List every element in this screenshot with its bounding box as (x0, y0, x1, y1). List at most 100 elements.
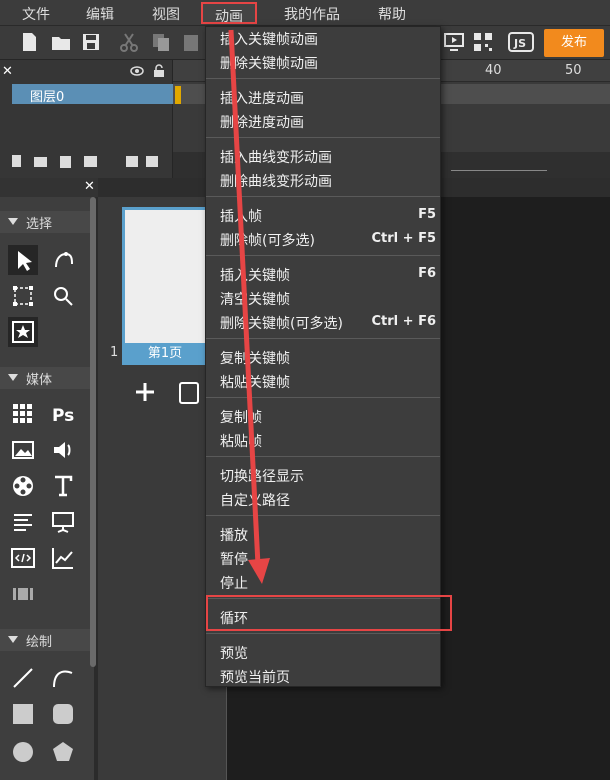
menu-item-delete-frame[interactable]: 删除帧(可多选) (220, 230, 315, 250)
rectangle-icon (13, 704, 33, 724)
playhead-marker[interactable] (175, 86, 181, 104)
menu-view[interactable]: 视图 (152, 4, 180, 24)
page-thumbnail[interactable] (122, 207, 208, 365)
curve-icon (53, 670, 73, 688)
curve-tool[interactable] (48, 663, 78, 693)
layer-row[interactable]: 图层0 (12, 84, 173, 105)
paste-icon[interactable] (180, 31, 202, 53)
close-icon[interactable]: ✕ (84, 179, 95, 194)
menu-item-preview[interactable]: 预览 (220, 643, 248, 663)
page-label: 第1页 (122, 343, 208, 365)
tools-scrollbar[interactable] (90, 197, 96, 667)
presentation-icon (52, 512, 74, 533)
polygon-tool[interactable] (48, 737, 78, 767)
code-icon (11, 548, 35, 568)
menu-item-copy-keyframe[interactable]: 复制关键帧 (220, 348, 290, 368)
copy-icon[interactable] (150, 31, 172, 53)
save-icon[interactable] (80, 31, 102, 53)
menu-item-delete-curve-animation[interactable]: 删除曲线变形动画 (220, 171, 332, 191)
cut-icon[interactable] (118, 31, 140, 53)
menu-file[interactable]: 文件 (22, 4, 50, 24)
menu-item-pause[interactable]: 暂停 (220, 549, 248, 569)
zoom-tool[interactable] (48, 281, 78, 311)
node-tool[interactable] (48, 245, 78, 275)
menu-separator (206, 515, 440, 516)
menu-separator (206, 338, 440, 339)
menu-item-delete-keyframe[interactable]: 删除关键帧(可多选) (220, 313, 343, 333)
menu-edit[interactable]: 编辑 (86, 4, 114, 24)
scroll-tool[interactable] (8, 579, 38, 609)
presentation-tool[interactable] (48, 507, 78, 537)
menu-item-insert-keyframe-animation[interactable]: 插入关键帧动画 (220, 29, 318, 49)
image-tool[interactable] (8, 435, 38, 465)
menu-animation[interactable]: 动画 (201, 2, 257, 25)
ruler-number: 40 (485, 63, 502, 78)
menu-my-works[interactable]: 我的作品 (284, 4, 340, 24)
menu-separator (206, 456, 440, 457)
audio-tool[interactable] (48, 435, 78, 465)
menu-help[interactable]: 帮助 (378, 4, 406, 24)
chart-tool[interactable] (48, 543, 78, 573)
paragraph-tool[interactable] (8, 507, 38, 537)
js-code-icon[interactable]: JS (508, 31, 534, 53)
photoshop-tool[interactable]: Ps (48, 399, 78, 429)
widgets-tool[interactable] (8, 399, 38, 429)
menu-item-delete-progress-animation[interactable]: 删除进度动画 (220, 112, 304, 132)
add-page-icon[interactable] (134, 381, 156, 403)
node-edit-icon (55, 252, 73, 268)
menu-item-play[interactable]: 播放 (220, 525, 248, 545)
menu-item-stop[interactable]: 停止 (220, 573, 248, 593)
open-folder-icon[interactable] (50, 31, 72, 53)
menu-item-copy-frame[interactable]: 复制帧 (220, 407, 262, 427)
menu-item-paste-frame[interactable]: 粘贴帧 (220, 431, 262, 451)
text-tool[interactable] (48, 471, 78, 501)
menu-item-toggle-path[interactable]: 切换路径显示 (220, 466, 304, 486)
section-draw[interactable]: 绘制 (0, 629, 94, 651)
menu-separator (206, 78, 440, 79)
menu-separator (206, 633, 440, 634)
ellipse-tool[interactable] (8, 737, 38, 767)
menu-item-insert-progress-animation[interactable]: 插入进度动画 (220, 88, 304, 108)
page-number: 1 (110, 345, 119, 360)
svg-text:Ps: Ps (52, 406, 74, 426)
publish-button[interactable]: 发布 (544, 29, 604, 57)
transform-tool[interactable] (8, 281, 38, 311)
menu-item-preview-current-page[interactable]: 预览当前页 (220, 667, 290, 687)
ps-icon: Ps (52, 406, 74, 426)
animation-menu-dropdown: 插入关键帧动画 删除关键帧动画 插入进度动画 删除进度动画 插入曲线变形动画 删… (205, 26, 452, 687)
menu-item-insert-keyframe[interactable]: 插入关键帧 (220, 265, 290, 285)
film-reel-icon (13, 476, 33, 496)
menu-item-insert-frame[interactable]: 插入帧 (220, 206, 262, 226)
new-file-icon[interactable] (18, 31, 40, 53)
arrow-tool[interactable] (8, 245, 38, 275)
tools-panel: 选择 媒体 Ps 绘制 (0, 197, 94, 780)
menu-separator (206, 397, 440, 398)
layer-name: 图层0 (30, 90, 65, 105)
duplicate-page-icon[interactable] (178, 381, 200, 405)
line-tool[interactable] (8, 663, 38, 693)
star-frame-tool[interactable] (8, 317, 38, 347)
layer-actions-bar (12, 155, 158, 168)
eye-icon[interactable] (130, 66, 144, 76)
html-code-tool[interactable] (8, 543, 38, 573)
menu-separator (206, 196, 440, 197)
text-t-icon (55, 475, 73, 497)
menu-item-insert-curve-animation[interactable]: 插入曲线变形动画 (220, 147, 332, 167)
lock-icon[interactable] (153, 64, 165, 78)
close-icon[interactable]: ✕ (2, 64, 13, 79)
menu-item-delete-keyframe-animation[interactable]: 删除关键帧动画 (220, 53, 318, 73)
preview-screen-icon[interactable] (443, 31, 465, 53)
menu-item-paste-keyframe[interactable]: 粘贴关键帧 (220, 372, 290, 392)
menu-item-custom-path[interactable]: 自定义路径 (220, 490, 290, 510)
rectangle-tool[interactable] (8, 699, 38, 729)
line-icon (13, 668, 33, 688)
section-media[interactable]: 媒体 (0, 367, 94, 389)
rounded-rectangle-tool[interactable] (48, 699, 78, 729)
menu-separator (206, 255, 440, 256)
menu-item-clear-keyframe[interactable]: 清空关键帧 (220, 289, 290, 309)
section-select[interactable]: 选择 (0, 211, 94, 233)
pentagon-icon (53, 742, 73, 761)
qr-code-icon[interactable] (472, 31, 494, 53)
video-tool[interactable] (8, 471, 38, 501)
property-input-line[interactable] (451, 170, 547, 171)
